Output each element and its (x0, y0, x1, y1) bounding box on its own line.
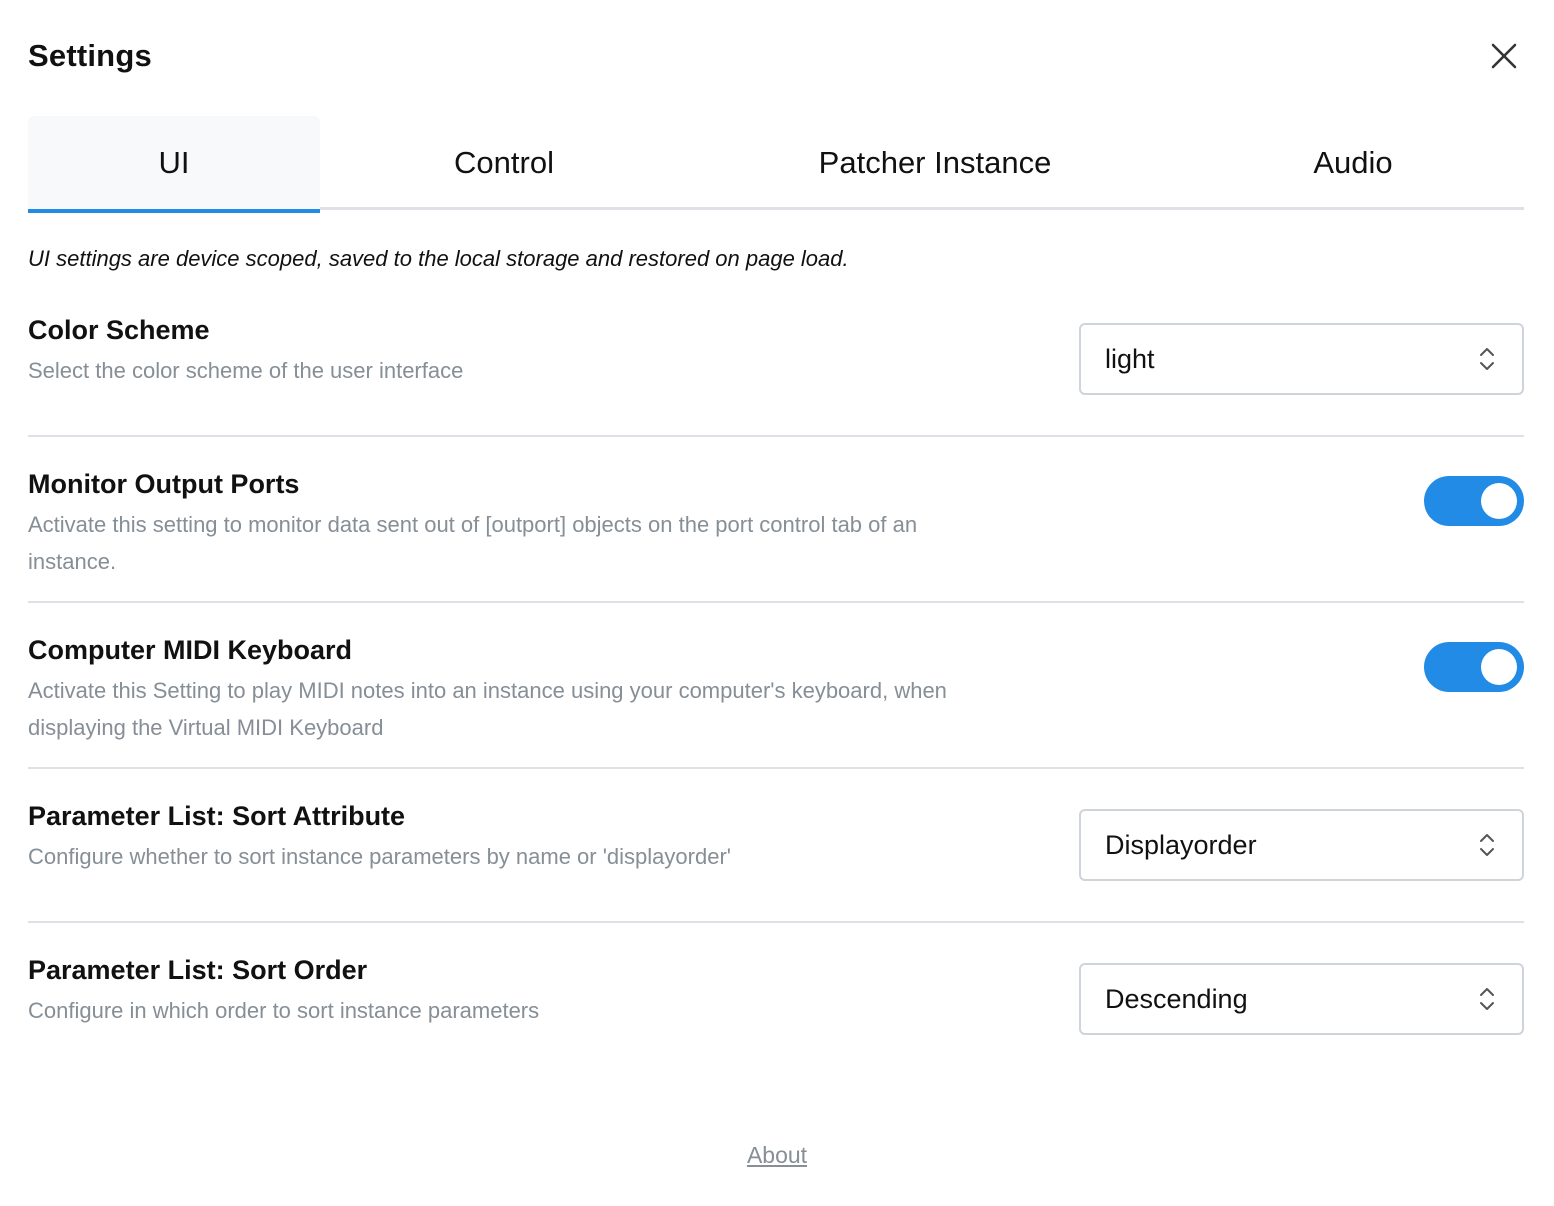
setting-description: Activate this setting to monitor data se… (28, 512, 918, 574)
tab-audio[interactable]: Audio (1182, 116, 1524, 210)
tab-control[interactable]: Control (320, 116, 688, 210)
chevron-up-down-icon (1480, 834, 1494, 856)
settings-tabs: UI Control Patcher Instance Audio (28, 116, 1524, 213)
setting-description: Activate this Setting to play MIDI notes… (28, 678, 947, 740)
setting-sort-attribute: Parameter List: Sort Attribute Configure… (28, 798, 1524, 908)
setting-title: Monitor Output Ports (28, 469, 300, 499)
setting-computer-midi-keyboard: Computer MIDI Keyboard Activate this Set… (28, 632, 1524, 752)
chevron-up-down-icon (1480, 988, 1494, 1010)
setting-sort-order: Parameter List: Sort Order Configure in … (28, 952, 1524, 1062)
divider (28, 435, 1524, 437)
color-scheme-select[interactable]: light (1079, 323, 1524, 395)
select-value: Displayorder (1105, 829, 1257, 860)
setting-color-scheme: Color Scheme Select the color scheme of … (28, 312, 1524, 422)
toggle-knob (1481, 483, 1517, 519)
dialog-header: Settings (28, 0, 1524, 116)
chevron-up-down-icon (1480, 348, 1494, 370)
tab-patcher-instance[interactable]: Patcher Instance (688, 116, 1182, 210)
select-value: Descending (1105, 983, 1248, 1014)
sort-order-select[interactable]: Descending (1079, 963, 1524, 1035)
settings-dialog: Settings UI Control Patcher Instance Aud… (0, 0, 1554, 1206)
setting-description: Select the color scheme of the user inte… (28, 358, 464, 383)
about-link[interactable]: About (747, 1142, 807, 1168)
close-icon (1491, 43, 1517, 69)
tab-ui[interactable]: UI (28, 116, 320, 213)
ui-settings-note: UI settings are device scoped, saved to … (28, 246, 849, 271)
setting-monitor-output-ports: Monitor Output Ports Activate this setti… (28, 466, 1524, 586)
computer-midi-keyboard-toggle[interactable] (1424, 642, 1524, 692)
close-button[interactable] (1488, 40, 1520, 72)
toggle-knob (1481, 649, 1517, 685)
divider (28, 601, 1524, 603)
divider (28, 921, 1524, 923)
setting-description: Configure in which order to sort instanc… (28, 998, 540, 1023)
divider (28, 767, 1524, 769)
sort-attribute-select[interactable]: Displayorder (1079, 809, 1524, 881)
setting-title: Computer MIDI Keyboard (28, 635, 353, 665)
footer: About (0, 1142, 1554, 1169)
dialog-title: Settings (28, 38, 152, 73)
select-value: light (1105, 343, 1155, 374)
setting-description: Configure whether to sort instance param… (28, 844, 731, 869)
monitor-output-ports-toggle[interactable] (1424, 476, 1524, 526)
